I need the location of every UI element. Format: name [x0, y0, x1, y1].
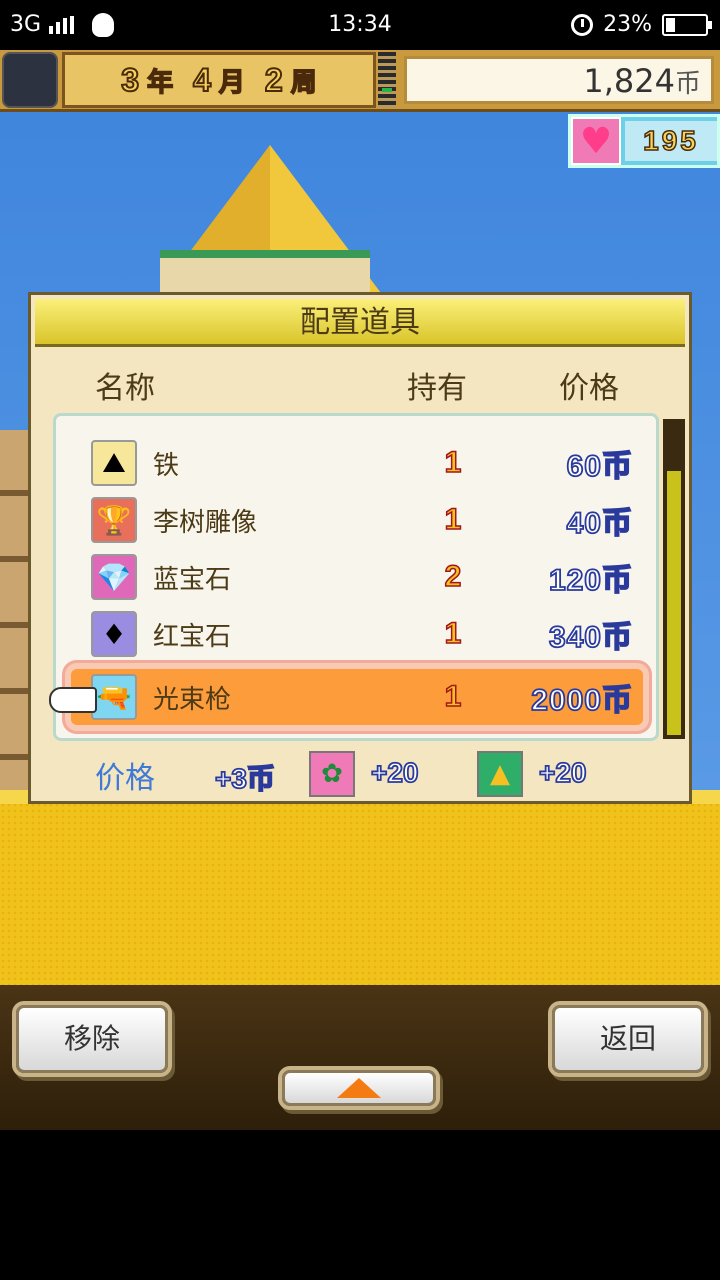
ruby-icon: ♦ [91, 611, 137, 657]
coins-display: 1,824币 [404, 56, 714, 104]
item-price: 120币 [548, 563, 633, 598]
week-number: 2 [264, 61, 284, 99]
left-building [0, 430, 30, 830]
column-owned-header: 持有 [407, 371, 467, 406]
beam-gun-icon: 🔫 [91, 674, 137, 720]
item-price: 40币 [566, 506, 633, 541]
sapphire-icon: 💎 [91, 554, 137, 600]
pyramid-icon: ▲ [477, 751, 523, 797]
price-bonus: +3币 [214, 762, 276, 795]
month-unit: 月 [218, 67, 246, 99]
item-owned: 1 [444, 502, 462, 537]
item-owned: 1 [444, 679, 462, 714]
bonus-row: 价格 +3币 ✿ +20 ▲ +20 [31, 747, 691, 799]
status-bar: 3G 13:34 23% [0, 0, 720, 50]
pyramid-bonus: +20 [538, 756, 587, 789]
status-right: 23% [571, 12, 712, 37]
sand-ground [0, 790, 720, 990]
item-row[interactable]: ⛰ 铁 1 60币 [63, 435, 643, 491]
heart-value: 195 [625, 121, 717, 161]
progress-strip [378, 52, 396, 108]
item-owned: 2 [444, 559, 462, 594]
item-row[interactable]: 💎 蓝宝石 2 120币 [63, 549, 643, 605]
battery-percent: 23% [603, 12, 652, 37]
item-price: 2000币 [530, 683, 633, 718]
column-price-header: 价格 [559, 371, 619, 406]
item-name: 红宝石 [153, 621, 232, 652]
menu-avatar-button[interactable] [2, 52, 58, 108]
date-display: 3 年 4 月 2 周 [62, 52, 376, 108]
flower-bonus: +20 [370, 756, 419, 789]
expand-up-button[interactable] [282, 1070, 436, 1106]
remove-button[interactable]: 移除 [16, 1005, 168, 1073]
place-item-dialog: 配置道具 名称 持有 价格 ⛰ 铁 1 60币 🏆 李树雕像 1 40币 💎 蓝… [28, 292, 692, 804]
item-name: 李树雕像 [153, 507, 258, 538]
item-name: 光束枪 [153, 684, 232, 715]
flower-icon: ✿ [309, 751, 355, 797]
hand-pointer-icon [49, 687, 97, 713]
bonus-label: 价格 [95, 761, 155, 796]
item-row[interactable]: 🏆 李树雕像 1 40币 [63, 492, 643, 548]
item-price: 60币 [566, 449, 633, 484]
item-name: 铁 [153, 450, 180, 481]
top-hud: 3 年 4 月 2 周 1,824币 [0, 50, 720, 112]
item-price: 340币 [548, 620, 633, 655]
year-number: 3 [120, 61, 140, 99]
column-name-header: 名称 [95, 371, 155, 406]
iron-ore-icon: ⛰ [91, 440, 137, 486]
item-row[interactable]: ♦ 红宝石 1 340币 [63, 606, 643, 662]
item-owned: 1 [444, 445, 462, 480]
heart-points: ♥ 195 [568, 114, 720, 168]
arrow-up-icon [337, 1078, 381, 1098]
year-unit: 年 [146, 67, 174, 99]
coins-unit: 币 [674, 69, 701, 99]
alarm-icon [571, 13, 594, 36]
item-list-scrollbar[interactable] [663, 419, 685, 739]
dialog-title: 配置道具 [35, 299, 685, 347]
back-button[interactable]: 返回 [552, 1005, 704, 1073]
statue-icon: 🏆 [91, 497, 137, 543]
battery-icon [662, 13, 712, 36]
heart-icon: ♥ [571, 117, 621, 165]
item-row-selected[interactable]: 🔫 光束枪 1 2000币 [71, 669, 643, 725]
game-scene[interactable]: 3 年 4 月 2 周 1,824币 ♥ 195 配置道具 名称 持有 价格 ⛰… [0, 50, 720, 1130]
scrollbar-thumb[interactable] [667, 471, 681, 735]
coins-value: 1,824 [583, 62, 675, 100]
screen-bottom [0, 1130, 720, 1280]
item-name: 蓝宝石 [153, 564, 232, 595]
month-number: 4 [192, 61, 212, 99]
item-owned: 1 [444, 616, 462, 651]
week-unit: 周 [290, 67, 318, 99]
